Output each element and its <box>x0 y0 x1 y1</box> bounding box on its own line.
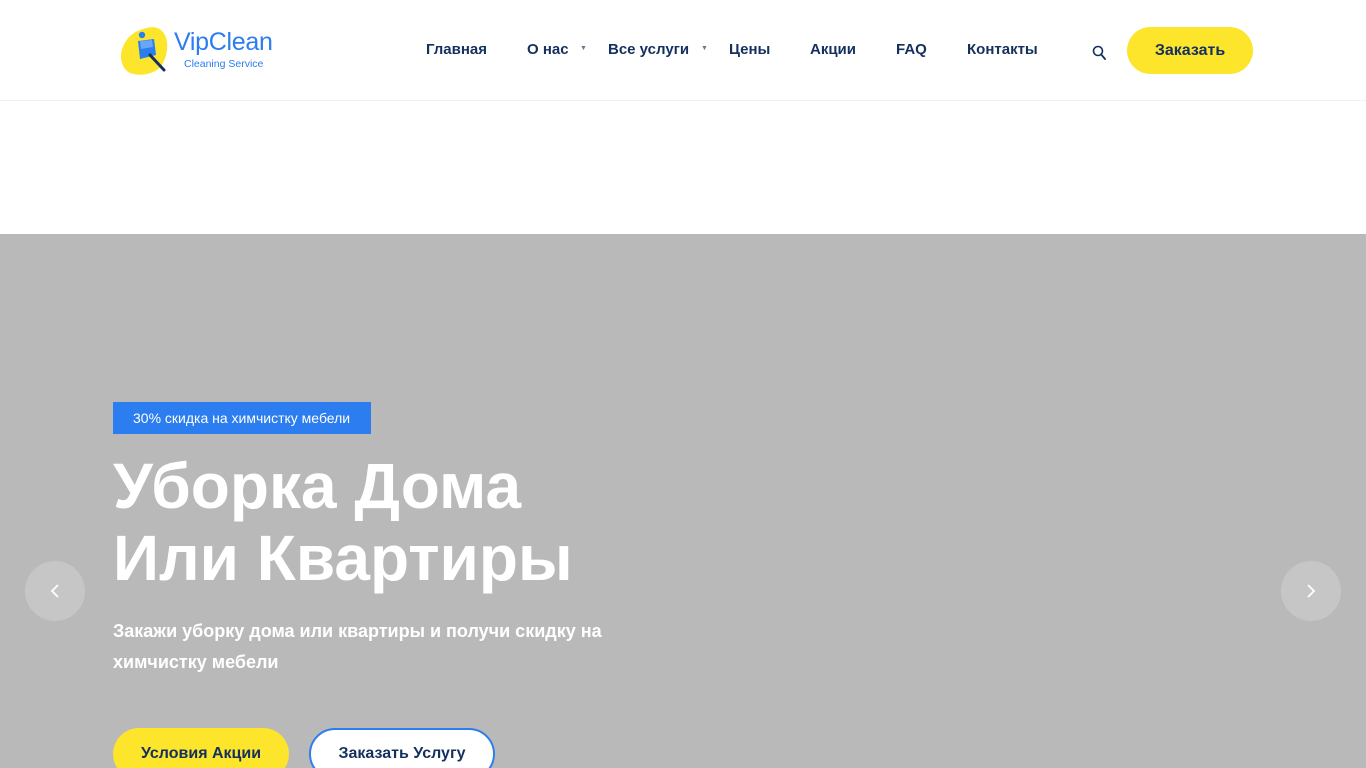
promo-badge: 30% скидка на химчистку мебели <box>113 402 371 434</box>
hero-title: Уборка Дома Или Квартиры <box>113 450 733 594</box>
chevron-left-icon <box>50 584 59 598</box>
nav-item-home[interactable]: Главная <box>426 40 487 60</box>
hero-title-line-2: Или Квартиры <box>113 522 573 594</box>
nav-item-contacts[interactable]: Контакты <box>967 40 1038 60</box>
order-service-button[interactable]: Заказать Услугу <box>309 728 495 768</box>
chevron-right-icon <box>1307 584 1316 598</box>
hero-slider: 30% скидка на химчистку мебели Уборка До… <box>0 234 1366 768</box>
search-icon[interactable] <box>1092 45 1106 61</box>
nav-item-prices[interactable]: Цены <box>729 40 770 60</box>
nav-item-services[interactable]: Все услуги <box>608 40 689 60</box>
brand-name: VipClean <box>174 28 273 56</box>
mop-bucket-icon <box>120 27 168 75</box>
hero-subtitle: Закажи уборку дома или квартиры и получи… <box>113 621 602 672</box>
nav-item-about[interactable]: О нас <box>527 40 569 60</box>
slider-prev-button[interactable] <box>25 561 85 621</box>
slider-next-button[interactable] <box>1281 561 1341 621</box>
nav-item-faq[interactable]: FAQ <box>896 40 927 60</box>
order-button[interactable]: Заказать <box>1127 27 1253 74</box>
chevron-down-icon[interactable]: ▼ <box>701 44 708 54</box>
chevron-down-icon[interactable]: ▼ <box>580 44 587 54</box>
hero-title-line-1: Уборка Дома <box>113 450 522 522</box>
promo-terms-button[interactable]: Условия Акции <box>113 728 289 768</box>
site-header: VipClean Cleaning Service Главная О нас … <box>0 0 1366 101</box>
nav-item-promotions[interactable]: Акции <box>810 40 856 60</box>
site-logo[interactable]: VipClean Cleaning Service <box>118 25 283 77</box>
brand-tagline: Cleaning Service <box>184 58 264 70</box>
